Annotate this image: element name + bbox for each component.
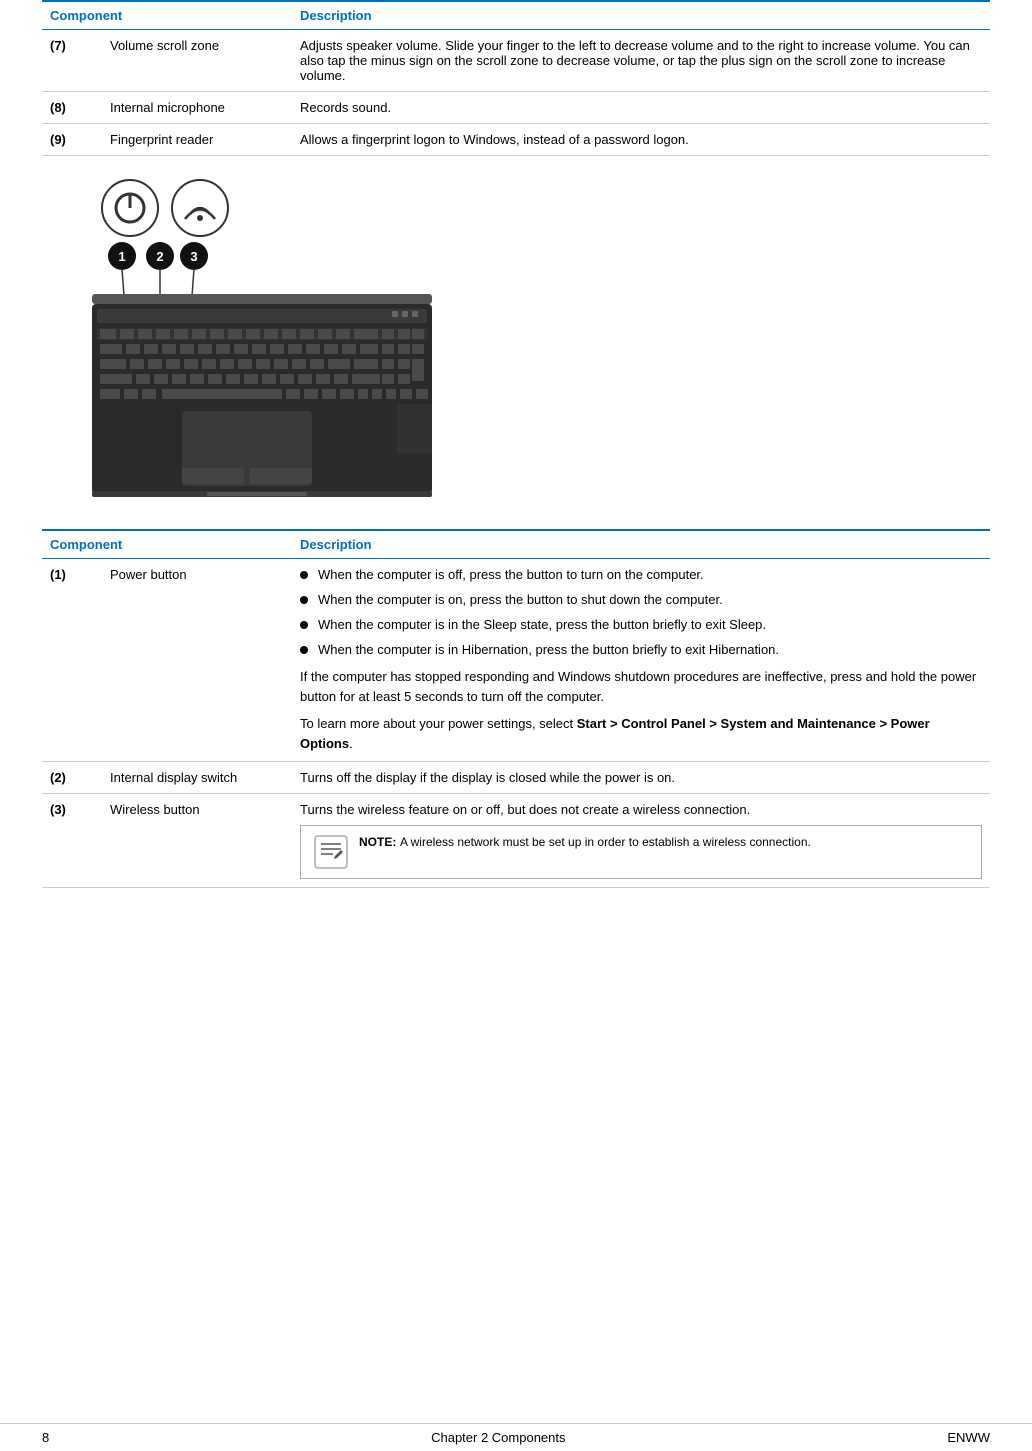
note-label: NOTE: — [359, 835, 396, 849]
bullet-icon — [300, 646, 308, 654]
svg-text:3: 3 — [190, 249, 197, 264]
laptop-image-area: 1 2 3 — [42, 156, 990, 529]
bottom-col2-header: Description — [292, 530, 990, 559]
list-item: When the computer is off, press the butt… — [300, 567, 982, 582]
row-component: Power button — [102, 559, 292, 762]
row-component: Wireless button — [102, 794, 292, 888]
bottom-col1-header: Component — [42, 530, 292, 559]
note-content: NOTE: A wireless network must be set up … — [359, 834, 811, 849]
row-description: Records sound. — [292, 92, 990, 124]
row-num: (2) — [42, 762, 102, 794]
table-row: (8) Internal microphone Records sound. — [42, 92, 990, 124]
row-description: Turns off the display if the display is … — [292, 762, 990, 794]
extra-text2-prefix: To learn more about your power settings,… — [300, 716, 577, 731]
bullet-icon — [300, 596, 308, 604]
wireless-description: Turns the wireless feature on or off, bu… — [300, 802, 982, 817]
enww-label: ENWW — [947, 1430, 990, 1445]
row-description: Allows a fingerprint logon to Windows, i… — [292, 124, 990, 156]
bullet-text: When the computer is off, press the butt… — [318, 567, 704, 582]
bullet-text: When the computer is in the Sleep state,… — [318, 617, 766, 632]
row-component: Fingerprint reader — [102, 124, 292, 156]
row-num: (9) — [42, 124, 102, 156]
bullet-icon — [300, 621, 308, 629]
page-footer: 8 Chapter 2 Components ENWW — [0, 1423, 1032, 1451]
bullet-text: When the computer is on, press the butto… — [318, 592, 723, 607]
bullet-text: When the computer is in Hibernation, pre… — [318, 642, 779, 657]
top-col2-header: Description — [292, 1, 990, 30]
table-row: (7) Volume scroll zone Adjusts speaker v… — [42, 30, 990, 92]
power-bullet-list: When the computer is off, press the butt… — [300, 567, 982, 657]
bottom-section: Component Description (1) Power button W… — [42, 529, 990, 888]
wireless-button-row: (3) Wireless button Turns the wireless f… — [42, 794, 990, 888]
row-component: Internal display switch — [102, 762, 292, 794]
note-box: NOTE: A wireless network must be set up … — [300, 825, 982, 879]
list-item: When the computer is in Hibernation, pre… — [300, 642, 982, 657]
list-item: When the computer is on, press the butto… — [300, 592, 982, 607]
wireless-description-cell: Turns the wireless feature on or off, bu… — [292, 794, 990, 888]
row-num: (3) — [42, 794, 102, 888]
display-switch-row: (2) Internal display switch Turns off th… — [42, 762, 990, 794]
power-extra-text: If the computer has stopped responding a… — [300, 667, 982, 706]
svg-text:2: 2 — [156, 249, 163, 264]
row-num: (1) — [42, 559, 102, 762]
chapter-label: Chapter 2 Components — [431, 1430, 565, 1445]
bullet-icon — [300, 571, 308, 579]
list-item: When the computer is in the Sleep state,… — [300, 617, 982, 632]
power-button-row: (1) Power button When the computer is of… — [42, 559, 990, 762]
top-col1-header: Component — [42, 1, 292, 30]
laptop-svg: 1 2 3 — [42, 176, 472, 506]
power-extra-text2: To learn more about your power settings,… — [300, 714, 982, 753]
top-component-table: Component Description (7) Volume scroll … — [42, 0, 990, 156]
note-pencil-icon — [313, 834, 349, 870]
note-text-content: A wireless network must be set up in ord… — [400, 835, 811, 849]
bottom-component-table: Component Description (1) Power button W… — [42, 529, 990, 888]
row-description: When the computer is off, press the butt… — [292, 559, 990, 762]
row-num: (7) — [42, 30, 102, 92]
extra-text2-suffix: . — [349, 736, 353, 751]
note-icon — [313, 834, 349, 870]
row-description: Adjusts speaker volume. Slide your finge… — [292, 30, 990, 92]
row-component: Volume scroll zone — [102, 30, 292, 92]
page-number-left: 8 — [42, 1430, 49, 1445]
row-num: (8) — [42, 92, 102, 124]
row-component: Internal microphone — [102, 92, 292, 124]
laptop-diagram: 1 2 3 — [42, 176, 472, 506]
svg-text:1: 1 — [118, 249, 125, 264]
table-row: (9) Fingerprint reader Allows a fingerpr… — [42, 124, 990, 156]
